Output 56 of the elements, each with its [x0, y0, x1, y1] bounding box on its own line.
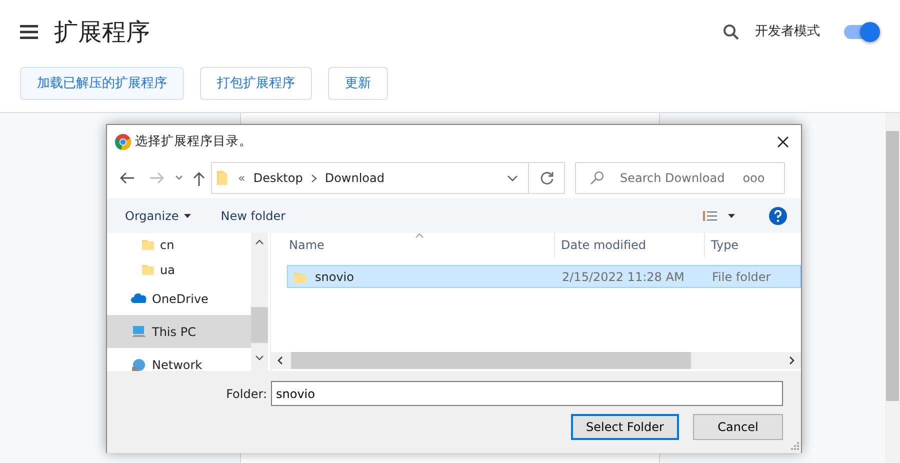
breadcrumb-item[interactable]: Download — [324, 169, 384, 187]
nav-item[interactable]: OneDrive — [107, 282, 252, 315]
caret-down-icon — [184, 214, 191, 218]
refresh-button[interactable] — [529, 162, 565, 194]
column-header[interactable]: Date modified — [555, 233, 705, 257]
search-icon — [590, 171, 604, 185]
up-arrow-icon[interactable] — [193, 170, 205, 186]
computer-icon — [131, 324, 147, 340]
address-bar[interactable]: « Desktop Download — [211, 162, 529, 194]
column-header[interactable]: Name — [271, 233, 555, 257]
menu-icon[interactable] — [20, 25, 38, 39]
chevron-right-icon[interactable] — [789, 356, 795, 365]
chrome-icon — [115, 134, 131, 150]
chevron-right-icon — [310, 174, 317, 182]
nav-item[interactable]: Network — [107, 348, 252, 371]
folder-field[interactable]: snovio — [271, 381, 783, 406]
chevron-down-icon[interactable] — [175, 175, 183, 181]
nav-item[interactable]: This PC — [107, 315, 252, 348]
file-date: 2/15/2022 11:28 AM — [561, 268, 686, 286]
help-icon[interactable] — [769, 206, 787, 224]
action-button[interactable]: 打包扩展程序 — [200, 67, 312, 100]
search-icon[interactable] — [723, 24, 739, 40]
new-folder-button[interactable]: New folder — [220, 206, 286, 224]
chevron-down-icon[interactable] — [507, 174, 518, 182]
file-type: File folder — [711, 268, 771, 286]
chevron-left-icon[interactable] — [277, 356, 283, 365]
breadcrumb-item[interactable]: Desktop — [253, 169, 303, 187]
dialog-title: 选择扩展程序目录。 — [135, 132, 252, 150]
chevron-up-icon[interactable] — [255, 239, 264, 245]
column-header[interactable]: Type — [705, 233, 801, 257]
scrollbar[interactable] — [271, 352, 801, 369]
refresh-icon — [540, 171, 554, 185]
scrollbar[interactable] — [251, 233, 268, 371]
file-name: snovio — [315, 268, 354, 286]
close-icon[interactable] — [777, 136, 789, 148]
folder-label: Folder: — [226, 386, 267, 402]
action-button[interactable]: 更新 — [328, 67, 388, 100]
network-icon — [131, 356, 147, 371]
chevron-down-icon[interactable] — [255, 355, 264, 361]
organize-menu[interactable]: Organize — [125, 206, 191, 224]
breadcrumb-overflow[interactable]: « — [238, 169, 246, 187]
back-arrow-icon[interactable] — [119, 172, 135, 184]
action-button[interactable]: 加载已解压的扩展程序 — [20, 67, 184, 100]
dialog-button[interactable]: Select Folder — [571, 414, 679, 440]
folder-icon — [216, 170, 228, 186]
nav-item[interactable]: cn — [107, 233, 252, 257]
dev-mode-toggle[interactable] — [844, 25, 878, 39]
dialog-button[interactable]: Cancel — [693, 414, 783, 440]
file-row[interactable]: snovio 2/15/2022 11:28 AM File folder — [287, 265, 801, 288]
nav-item[interactable]: ua — [107, 257, 252, 282]
view-options-icon[interactable] — [703, 210, 735, 220]
dev-mode-label: 开发者模式 — [755, 23, 820, 42]
page-title: 扩展程序 — [54, 17, 150, 48]
page-scrollbar[interactable] — [885, 113, 900, 463]
resize-grip-icon[interactable] — [789, 440, 799, 450]
search-field[interactable]: Search Download ooo — [575, 162, 785, 194]
